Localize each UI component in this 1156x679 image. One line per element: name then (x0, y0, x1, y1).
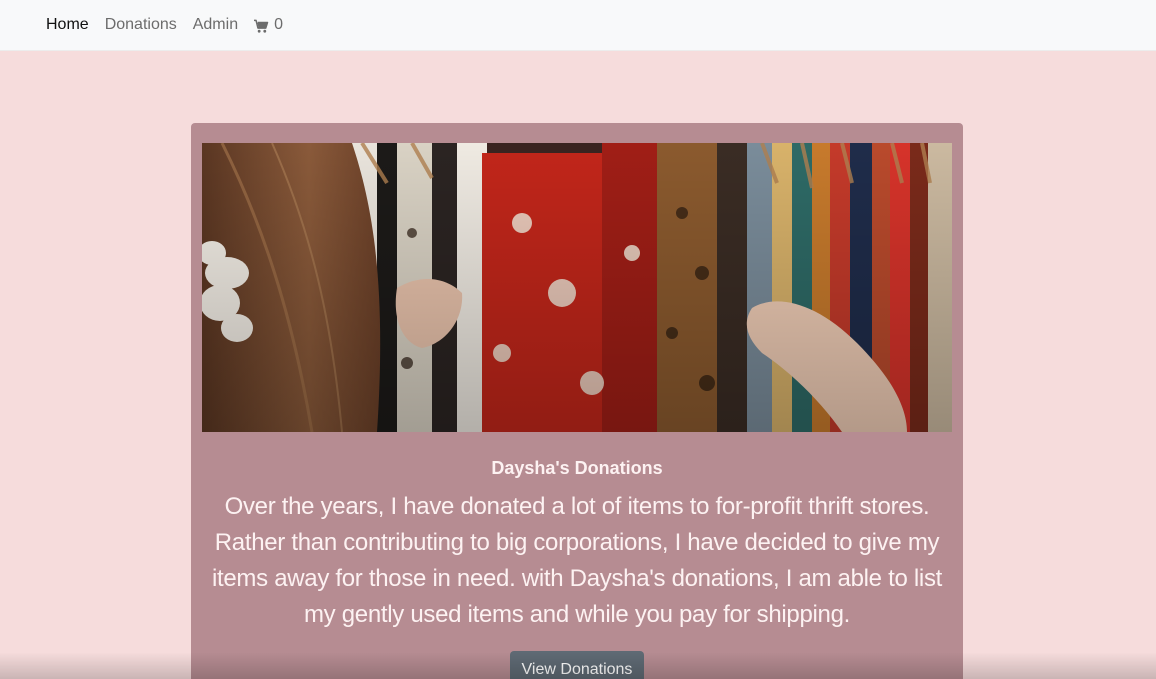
card-title: Daysha's Donations (491, 458, 663, 478)
nav-donations-link[interactable]: Donations (105, 15, 177, 35)
cart-link[interactable]: 0 (254, 16, 283, 34)
cart-count: 0 (274, 16, 283, 33)
hero-image (202, 143, 952, 432)
view-donations-button[interactable]: View Donations (510, 651, 644, 679)
clothing-rack-photo (202, 143, 952, 432)
featured-card: Daysha's Donations Over the years, I hav… (191, 123, 963, 679)
top-navbar: Home Donations Admin 0 (0, 0, 1156, 51)
nav-home-link[interactable]: Home (46, 15, 89, 35)
nav-admin-link[interactable]: Admin (193, 15, 238, 35)
card-description: Over the years, I have donated a lot of … (211, 493, 943, 628)
cart-icon (254, 19, 269, 33)
